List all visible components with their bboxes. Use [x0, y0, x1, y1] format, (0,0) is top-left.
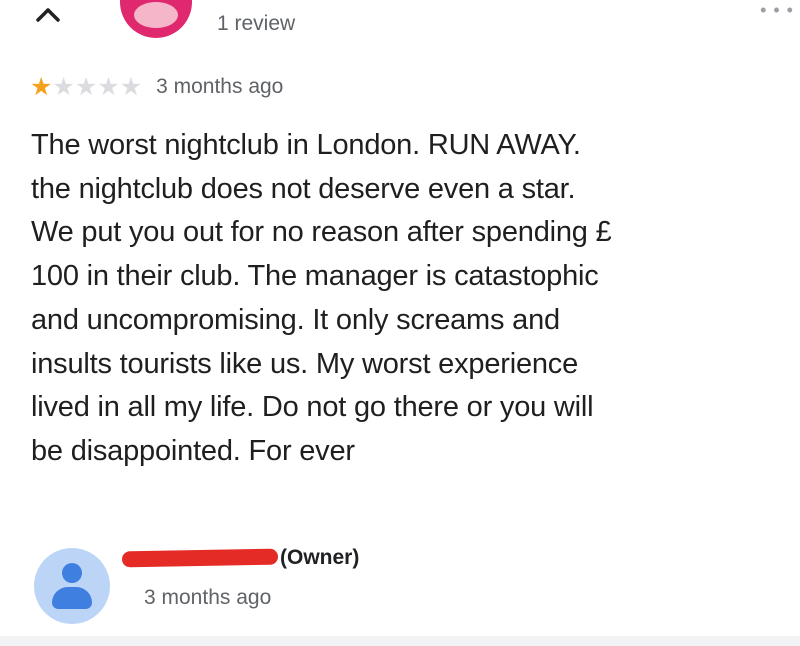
review-card: 1 review • • • ★ ★ ★ ★ ★ 3 months ago Th…	[0, 0, 800, 646]
rating-row: ★ ★ ★ ★ ★ 3 months ago	[30, 72, 283, 102]
star-rating: ★ ★ ★ ★ ★	[30, 72, 143, 101]
owner-avatar-icon[interactable]	[34, 548, 110, 624]
redacted-owner-name	[121, 548, 279, 568]
reviewer-avatar[interactable]	[120, 0, 192, 38]
review-timestamp: 3 months ago	[156, 75, 284, 98]
owner-label: (Owner)	[280, 546, 360, 569]
more-options-icon[interactable]: • • •	[760, 0, 794, 21]
star-empty-icon: ★	[52, 72, 75, 101]
star-empty-icon: ★	[119, 72, 143, 101]
owner-response-timestamp: 3 months ago	[144, 586, 272, 609]
star-empty-icon: ★	[97, 72, 120, 101]
review-text: The worst nightclub in London. RUN AWAY.…	[31, 129, 612, 467]
owner-name-row: (Owner)	[121, 546, 360, 570]
star-filled-icon: ★	[30, 72, 53, 101]
reviewer-review-count[interactable]: 1 review	[217, 12, 295, 36]
chevron-up-icon[interactable]	[30, 2, 70, 26]
divider	[0, 636, 800, 646]
star-empty-icon: ★	[74, 72, 98, 101]
